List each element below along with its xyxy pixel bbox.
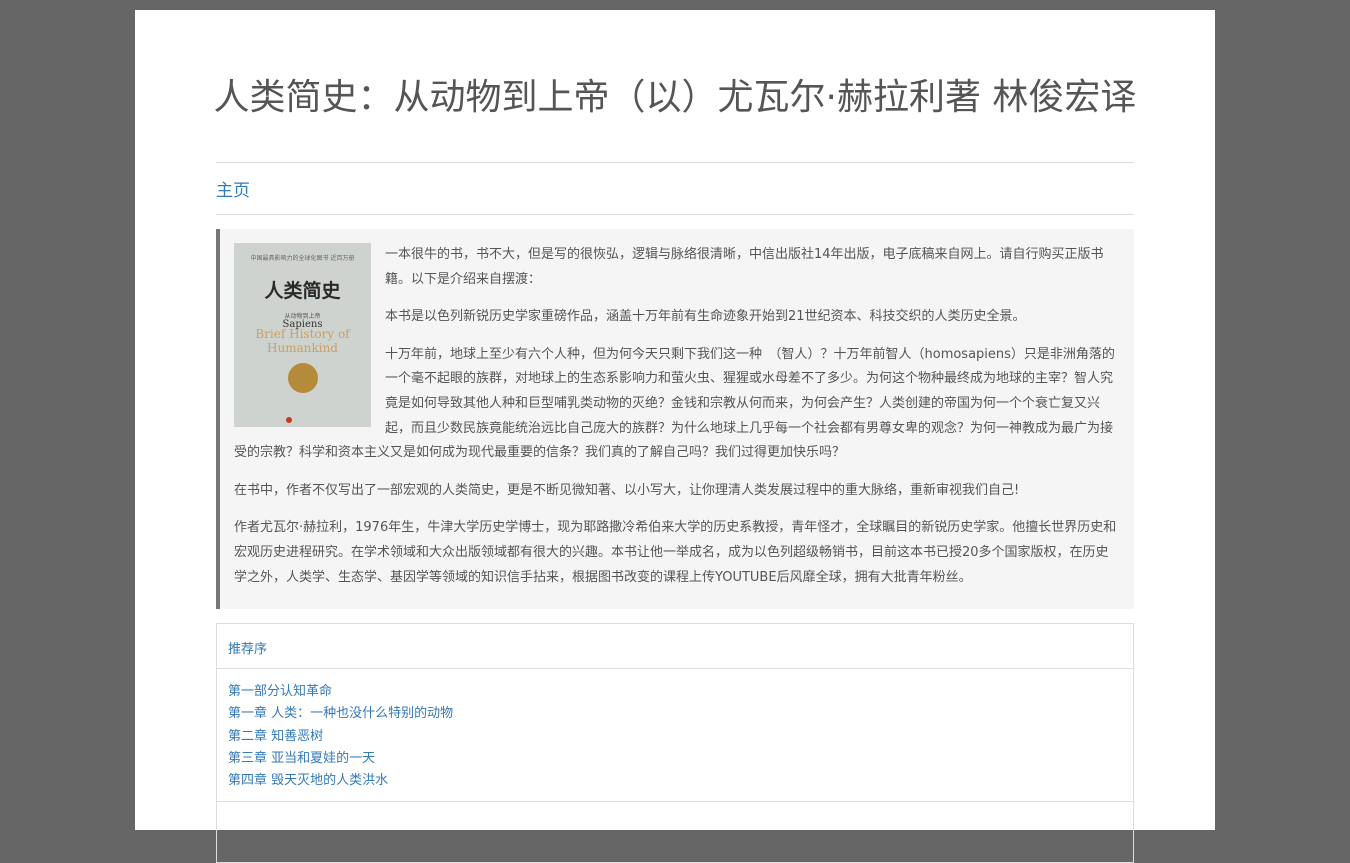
toc-header-link[interactable]: 推荐序 [217,624,1133,669]
toc-section-divider [217,801,1133,802]
cover-top-text: 中国最具影响力的全球化图书 近百万册 [250,255,355,262]
toc-list: 第一部分认知革命 第一章 人类：一种也没什么特别的动物 第二章 知善恶树 第三章… [217,669,1133,792]
publisher-logo-icon [286,417,292,423]
toc-item[interactable]: 第一章 人类：一种也没什么特别的动物 [228,703,1133,725]
toc-item[interactable]: 第三章 亚当和夏娃的一天 [228,748,1133,770]
home-link[interactable]: 主页 [216,176,250,201]
intro-blockquote: 中国最具影响力的全球化图书 近百万册 人类简史 从动物到上帝 Sapiens B… [216,229,1134,609]
book-cover-image: 中国最具影响力的全球化图书 近百万册 人类简史 从动物到上帝 Sapiens B… [234,243,371,427]
toc-item[interactable]: 第一部分认知革命 [228,681,1133,703]
table-of-contents: 推荐序 第一部分认知革命 第一章 人类：一种也没什么特别的动物 第二章 知善恶树… [216,623,1134,863]
toc-item[interactable]: 第四章 毁天灭地的人类洪水 [228,770,1133,792]
nav-divider [216,214,1134,215]
cover-seal-icon [288,363,318,393]
intro-paragraph: 在书中，作者不仅写出了一部宏观的人类简史，更是不断见微知著、以小写大，让你理清人… [234,482,1020,498]
page-container: 人类简史：从动物到上帝（以）尤瓦尔·赫拉利著 林俊宏译 主页 中国最具影响力的全… [135,10,1215,863]
intro-paragraph: 作者尤瓦尔·赫拉利，1976年生，牛津大学历史学博士，现为耶路撒冷希伯来大学的历… [234,520,1117,585]
cover-title: 人类简史 [264,280,341,302]
cover-english-title: Brief History of Humankind [255,327,350,355]
page-title: 人类简史：从动物到上帝（以）尤瓦尔·赫拉利著 林俊宏译 [213,77,1137,118]
title-divider [216,162,1134,163]
toc-item[interactable]: 第二章 知善恶树 [228,726,1133,748]
